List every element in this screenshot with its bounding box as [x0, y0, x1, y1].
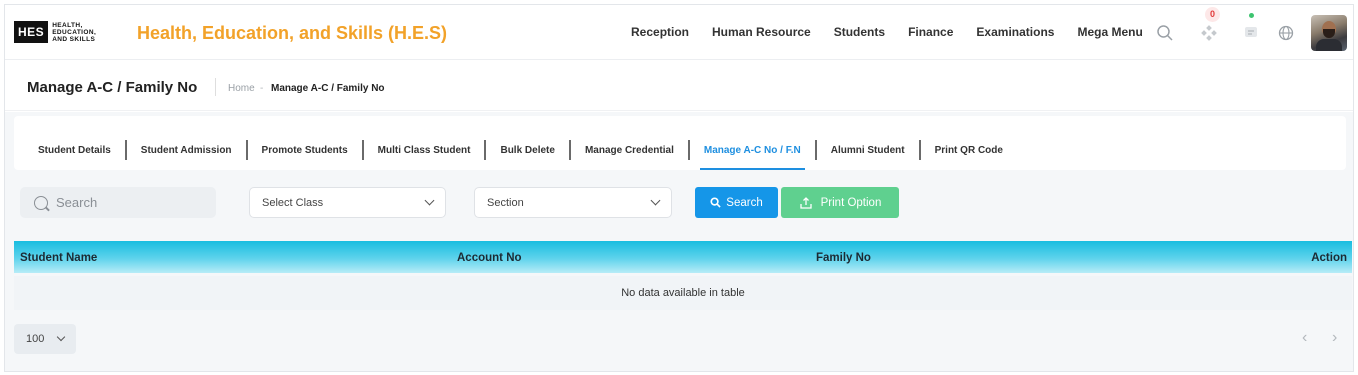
nav-item-finance[interactable]: Finance	[908, 25, 953, 39]
notification-badge: 0	[1205, 7, 1220, 22]
main-nav: Reception Human Resource Students Financ…	[631, 25, 1143, 39]
search-field[interactable]	[20, 187, 216, 218]
online-dot	[1249, 13, 1254, 18]
breadcrumb-home[interactable]: Home	[228, 83, 255, 94]
main-content: Student Details Student Admission Promot…	[5, 112, 1353, 371]
search-input[interactable]	[56, 195, 206, 210]
logo-mark: HES	[14, 21, 49, 43]
search-icon[interactable]	[1155, 23, 1175, 43]
tab-student-details[interactable]: Student Details	[34, 145, 125, 156]
column-student-name[interactable]: Student Name	[20, 252, 97, 264]
tab-promote-students[interactable]: Promote Students	[248, 145, 362, 156]
search-button-label: Search	[726, 196, 763, 209]
page-title: Manage A-C / Family No	[27, 79, 198, 96]
chevron-down-icon	[424, 195, 435, 206]
tab-multi-class-student[interactable]: Multi Class Student	[364, 145, 485, 156]
table-header: Student Name Account No Family No Action	[14, 241, 1352, 273]
section-select[interactable]: Section	[474, 187, 672, 218]
nav-item-students[interactable]: Students	[834, 25, 885, 39]
column-action[interactable]: Action	[1311, 252, 1347, 264]
chevron-down-icon	[650, 195, 661, 206]
section-select-value: Section	[487, 196, 524, 209]
nav-item-examinations[interactable]: Examinations	[976, 25, 1054, 39]
upload-icon	[799, 196, 812, 209]
tab-print-qr-code[interactable]: Print QR Code	[921, 145, 1017, 156]
app-title: Health, Education, and Skills (H.E.S)	[137, 23, 448, 43]
search-button[interactable]: Search	[695, 187, 778, 218]
nav-item-human-resource[interactable]: Human Resource	[712, 25, 811, 39]
filter-bar: Select Class Section Search Print Option	[20, 185, 1350, 221]
class-select[interactable]: Select Class	[249, 187, 446, 218]
tab-student-admission[interactable]: Student Admission	[127, 145, 246, 156]
next-page-icon[interactable]: ›	[1332, 329, 1337, 347]
class-select-value: Select Class	[262, 196, 324, 209]
nav-item-mega-menu[interactable]: Mega Menu	[1077, 25, 1142, 39]
page-header: Manage A-C / Family No Home - Manage A-C…	[5, 61, 1353, 111]
chat-icon[interactable]	[1241, 23, 1261, 43]
top-navbar: HES HEALTH, EDUCATION, AND SKILLS Health…	[5, 5, 1353, 60]
table-empty-message: No data available in table	[14, 276, 1352, 310]
header-divider	[215, 78, 216, 96]
avatar[interactable]	[1311, 15, 1347, 51]
page-size-select[interactable]: 100	[14, 324, 76, 354]
breadcrumb-current: Manage A-C / Family No	[271, 83, 385, 94]
column-account-no[interactable]: Account No	[457, 252, 522, 264]
search-icon	[34, 195, 48, 210]
app-window: HES HEALTH, EDUCATION, AND SKILLS Health…	[4, 4, 1354, 372]
print-option-label: Print Option	[820, 196, 882, 209]
prev-page-icon[interactable]: ‹	[1302, 329, 1307, 347]
column-family-no[interactable]: Family No	[816, 252, 871, 264]
print-option-button[interactable]: Print Option	[781, 187, 899, 218]
breadcrumb-separator: -	[260, 83, 264, 94]
chevron-down-icon	[56, 332, 66, 342]
tab-manage-credential[interactable]: Manage Credential	[571, 145, 688, 156]
search-icon	[710, 197, 721, 208]
page-size-value: 100	[26, 333, 45, 345]
globe-icon[interactable]	[1276, 23, 1296, 43]
nav-item-reception[interactable]: Reception	[631, 25, 689, 39]
student-tabs: Student Details Student Admission Promot…	[34, 140, 1017, 170]
tab-manage-ac-no-fn[interactable]: Manage A-C No / F.N	[690, 145, 815, 170]
tabs-card: Student Details Student Admission Promot…	[14, 116, 1346, 170]
logo[interactable]: HES HEALTH, EDUCATION, AND SKILLS	[14, 19, 109, 45]
tab-alumni-student[interactable]: Alumni Student	[817, 145, 919, 156]
logo-text: HEALTH, EDUCATION, AND SKILLS	[52, 21, 97, 43]
tab-bulk-delete[interactable]: Bulk Delete	[486, 145, 568, 156]
apps-icon[interactable]	[1199, 23, 1219, 43]
